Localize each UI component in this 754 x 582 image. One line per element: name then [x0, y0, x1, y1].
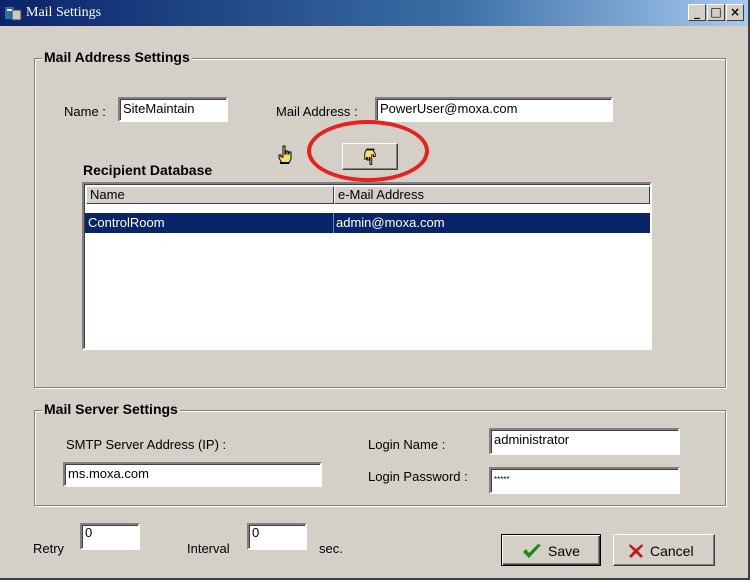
app-icon	[5, 7, 22, 21]
smtp-server-field[interactable]: ms.moxa.com	[63, 462, 322, 487]
maximize-button[interactable]: □	[707, 4, 725, 21]
smtp-label: SMTP Server Address (IP) :	[66, 437, 227, 452]
column-header-name[interactable]: Name	[86, 186, 334, 204]
window-title: Mail Settings	[26, 5, 102, 20]
row-email-cell: admin@moxa.com	[336, 215, 445, 230]
mail-address-label: Mail Address :	[276, 104, 358, 119]
row-name-cell: ControlRoom	[88, 215, 165, 230]
mail-settings-window: Mail Settings _ □ × Mail Address Setting…	[0, 0, 750, 580]
name-label: Name :	[64, 104, 106, 119]
recipient-list[interactable]	[82, 182, 652, 350]
column-divider	[333, 213, 334, 233]
cancel-button[interactable]: Cancel	[613, 534, 715, 566]
save-label: Save	[548, 543, 580, 559]
table-row[interactable]: ControlRoom admin@moxa.com	[85, 213, 650, 233]
interval-unit-label: sec.	[319, 541, 343, 556]
login-password-label: Login Password :	[368, 469, 468, 484]
hand-up-icon[interactable]	[277, 145, 293, 165]
check-icon	[523, 544, 541, 558]
retry-label: Retry	[33, 541, 65, 556]
mail-server-legend: Mail Server Settings	[42, 401, 180, 417]
x-icon	[629, 544, 643, 558]
login-password-field[interactable]: *****	[489, 467, 680, 494]
title-bar[interactable]: Mail Settings _ □ ×	[0, 0, 748, 26]
interval-label: Interval	[187, 541, 230, 556]
login-name-field[interactable]: administrator	[489, 428, 680, 455]
close-button[interactable]: ×	[726, 4, 744, 21]
title-buttons: _ □ ×	[687, 4, 744, 22]
mail-address-field[interactable]: PowerUser@moxa.com	[375, 97, 613, 122]
minimize-button[interactable]: _	[688, 4, 706, 21]
login-name-label: Login Name :	[368, 437, 446, 452]
cancel-label: Cancel	[650, 543, 694, 559]
recipient-database-label: Recipient Database	[83, 162, 213, 178]
retry-field[interactable]: 0	[80, 523, 140, 550]
name-field[interactable]: SiteMaintain	[118, 97, 228, 122]
save-button[interactable]: Save	[501, 534, 601, 566]
column-header-email[interactable]: e-Mail Address	[334, 186, 650, 204]
interval-field[interactable]: 0	[247, 523, 307, 550]
highlight-oval	[307, 120, 429, 182]
mail-address-legend: Mail Address Settings	[42, 49, 192, 65]
